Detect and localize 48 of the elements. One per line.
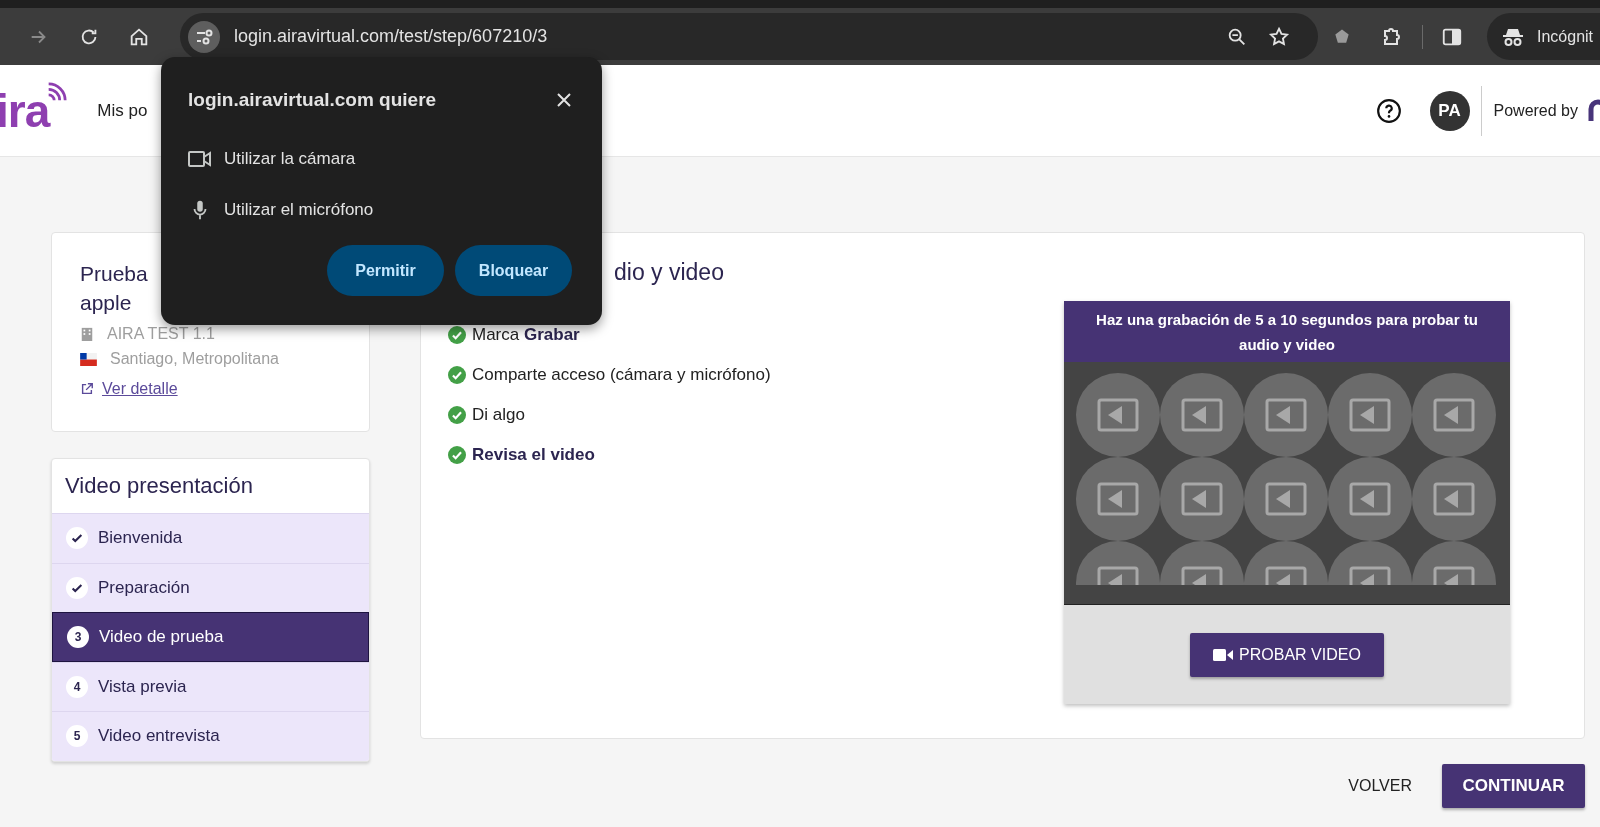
- step-item[interactable]: Preparación: [52, 562, 369, 612]
- continue-button[interactable]: CONTINUAR: [1442, 764, 1585, 808]
- permission-button[interactable]: Bloquear: [455, 245, 572, 296]
- step-number: 3: [67, 625, 89, 648]
- location-text: Santiago, Metropolitana: [110, 350, 279, 368]
- step-item[interactable]: 3 Video de prueba: [52, 612, 369, 662]
- building-icon: [80, 326, 94, 342]
- check-circle-icon: [448, 366, 466, 384]
- back-button[interactable]: VOLVER: [1348, 767, 1412, 805]
- nav-link[interactable]: Mis po: [97, 100, 148, 121]
- company-name: AIRA TEST 1.1: [107, 325, 215, 343]
- instruction-text: Comparte acceso (cámara y micrófono): [472, 365, 771, 385]
- powered-by-label: Powered by: [1493, 101, 1578, 120]
- close-icon[interactable]: [556, 92, 572, 108]
- instruction-text: Marca Grabar: [472, 325, 580, 345]
- job-title: apple: [80, 290, 132, 316]
- check-circle-icon: [448, 446, 466, 464]
- address-bar[interactable]: login.airavirtual.com/test/step/607210/3: [180, 13, 1318, 60]
- steps-title: Video presentación: [64, 472, 254, 500]
- incognito-indicator[interactable]: Incógnit: [1487, 13, 1600, 60]
- instruction-text: Di algo: [472, 405, 525, 425]
- step-number: 4: [66, 675, 88, 698]
- help-icon[interactable]: [1375, 97, 1402, 124]
- instruction-text: Revisa el video: [472, 445, 595, 465]
- site-settings-icon[interactable]: [188, 20, 220, 53]
- camera-icon: [188, 148, 212, 169]
- detail-link[interactable]: Ver detalle: [102, 380, 178, 398]
- external-link-icon: [80, 382, 94, 396]
- popup-title: login.airavirtual.com quiere: [188, 89, 437, 111]
- step-number: 5: [66, 725, 88, 748]
- check-icon: [66, 527, 88, 550]
- job-title: Prueba: [80, 261, 148, 287]
- permission-label: Utilizar la cámara: [224, 148, 356, 169]
- permission-button[interactable]: Permitir: [327, 245, 444, 296]
- recorder-prompt: Haz una grabación de 5 a 10 segundos para probar tu audio y video: [1064, 301, 1510, 362]
- check-circle-icon: [448, 326, 466, 344]
- check-icon: [66, 576, 88, 599]
- permission-label: Utilizar el micrófono: [224, 199, 374, 220]
- step-item[interactable]: Bienvenida: [52, 513, 369, 563]
- star-icon[interactable]: [1268, 25, 1290, 48]
- check-circle-icon: [448, 406, 466, 424]
- user-avatar[interactable]: PA: [1429, 90, 1470, 131]
- step-item[interactable]: 5 Video entrevista: [52, 711, 369, 761]
- test-video-button[interactable]: PROBAR VIDEO: [1190, 632, 1384, 677]
- flag-icon: [80, 352, 97, 366]
- video-camera-icon: [1213, 647, 1234, 662]
- section-title: dio y video: [614, 259, 725, 287]
- step-item[interactable]: 4 Vista previa: [52, 661, 369, 711]
